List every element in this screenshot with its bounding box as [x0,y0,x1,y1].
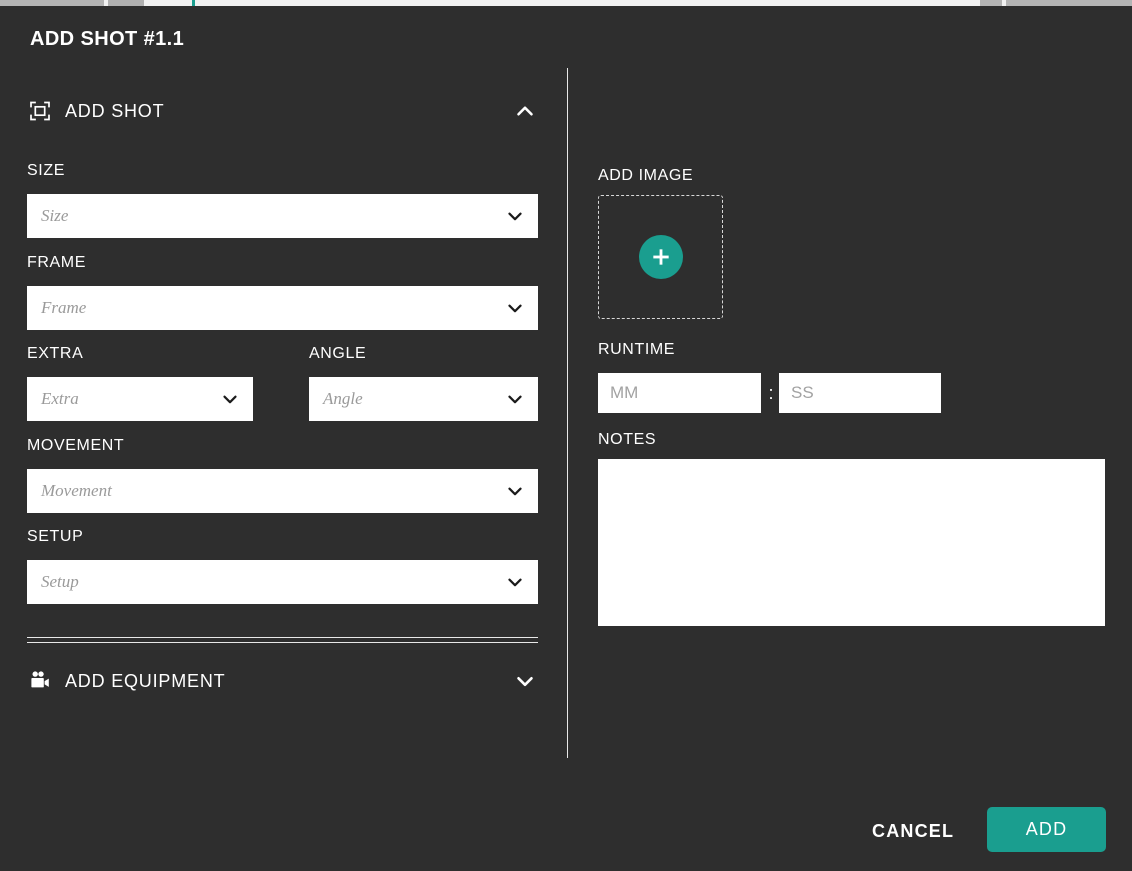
field-label-size: SIZE [27,162,65,179]
runtime-seconds-input[interactable] [779,373,941,413]
chevron-down-icon [504,480,526,502]
field-label-angle: ANGLE [309,345,367,362]
chevron-down-icon [504,297,526,319]
field-label-notes: NOTES [598,431,657,448]
chevron-down-icon[interactable] [512,668,538,694]
add-image-button[interactable] [638,235,683,279]
select-extra[interactable]: Extra [27,377,253,421]
select-extra-value: Extra [41,389,79,408]
section-label-add-shot: ADD SHOT [65,100,165,121]
chevron-down-icon [504,205,526,227]
select-frame[interactable]: Frame [27,286,538,330]
chevron-down-icon [219,388,241,410]
section-header-add-equipment[interactable]: ADD EQUIPMENT [27,664,538,698]
movie-camera-icon [27,669,53,693]
select-size-value: Size [41,206,69,225]
add-button[interactable]: ADD [987,807,1106,852]
field-label-add-image: ADD IMAGE [598,167,694,184]
select-frame-value: Frame [41,298,87,317]
select-movement[interactable]: Movement [27,469,538,513]
chevron-down-icon [504,571,526,593]
select-angle-value: Angle [323,389,363,408]
select-angle[interactable]: Angle [309,377,538,421]
section-header-add-shot[interactable]: ADD SHOT [27,94,538,128]
left-pane: ADD SHOT SIZE Size FRAME Frame EXTRA Ext… [0,6,567,871]
select-size[interactable]: Size [27,194,538,238]
image-dropzone[interactable] [598,195,723,319]
runtime-separator: : [768,383,774,403]
field-label-extra: EXTRA [27,345,84,362]
right-pane: ADD IMAGE RUNTIME : NOTES [567,6,1132,871]
notes-textarea[interactable] [598,459,1105,626]
runtime-minutes-input[interactable] [598,373,761,413]
crop-frame-icon [27,99,53,123]
chevron-down-icon [504,388,526,410]
select-movement-value: Movement [41,481,112,500]
chevron-up-icon[interactable] [512,98,538,124]
add-shot-dialog: ADD SHOT #1.1 ADD SHOT SIZE Size FRAME F… [0,6,1132,871]
cancel-button[interactable]: CANCEL [860,812,966,850]
field-label-runtime: RUNTIME [598,341,676,358]
section-label-add-equipment: ADD EQUIPMENT [65,670,226,691]
select-setup-value: Setup [41,572,79,591]
field-label-frame: FRAME [27,254,86,271]
field-label-movement: MOVEMENT [27,437,125,454]
section-divider [27,637,538,643]
plus-icon [651,247,671,267]
select-setup[interactable]: Setup [27,560,538,604]
field-label-setup: SETUP [27,528,84,545]
